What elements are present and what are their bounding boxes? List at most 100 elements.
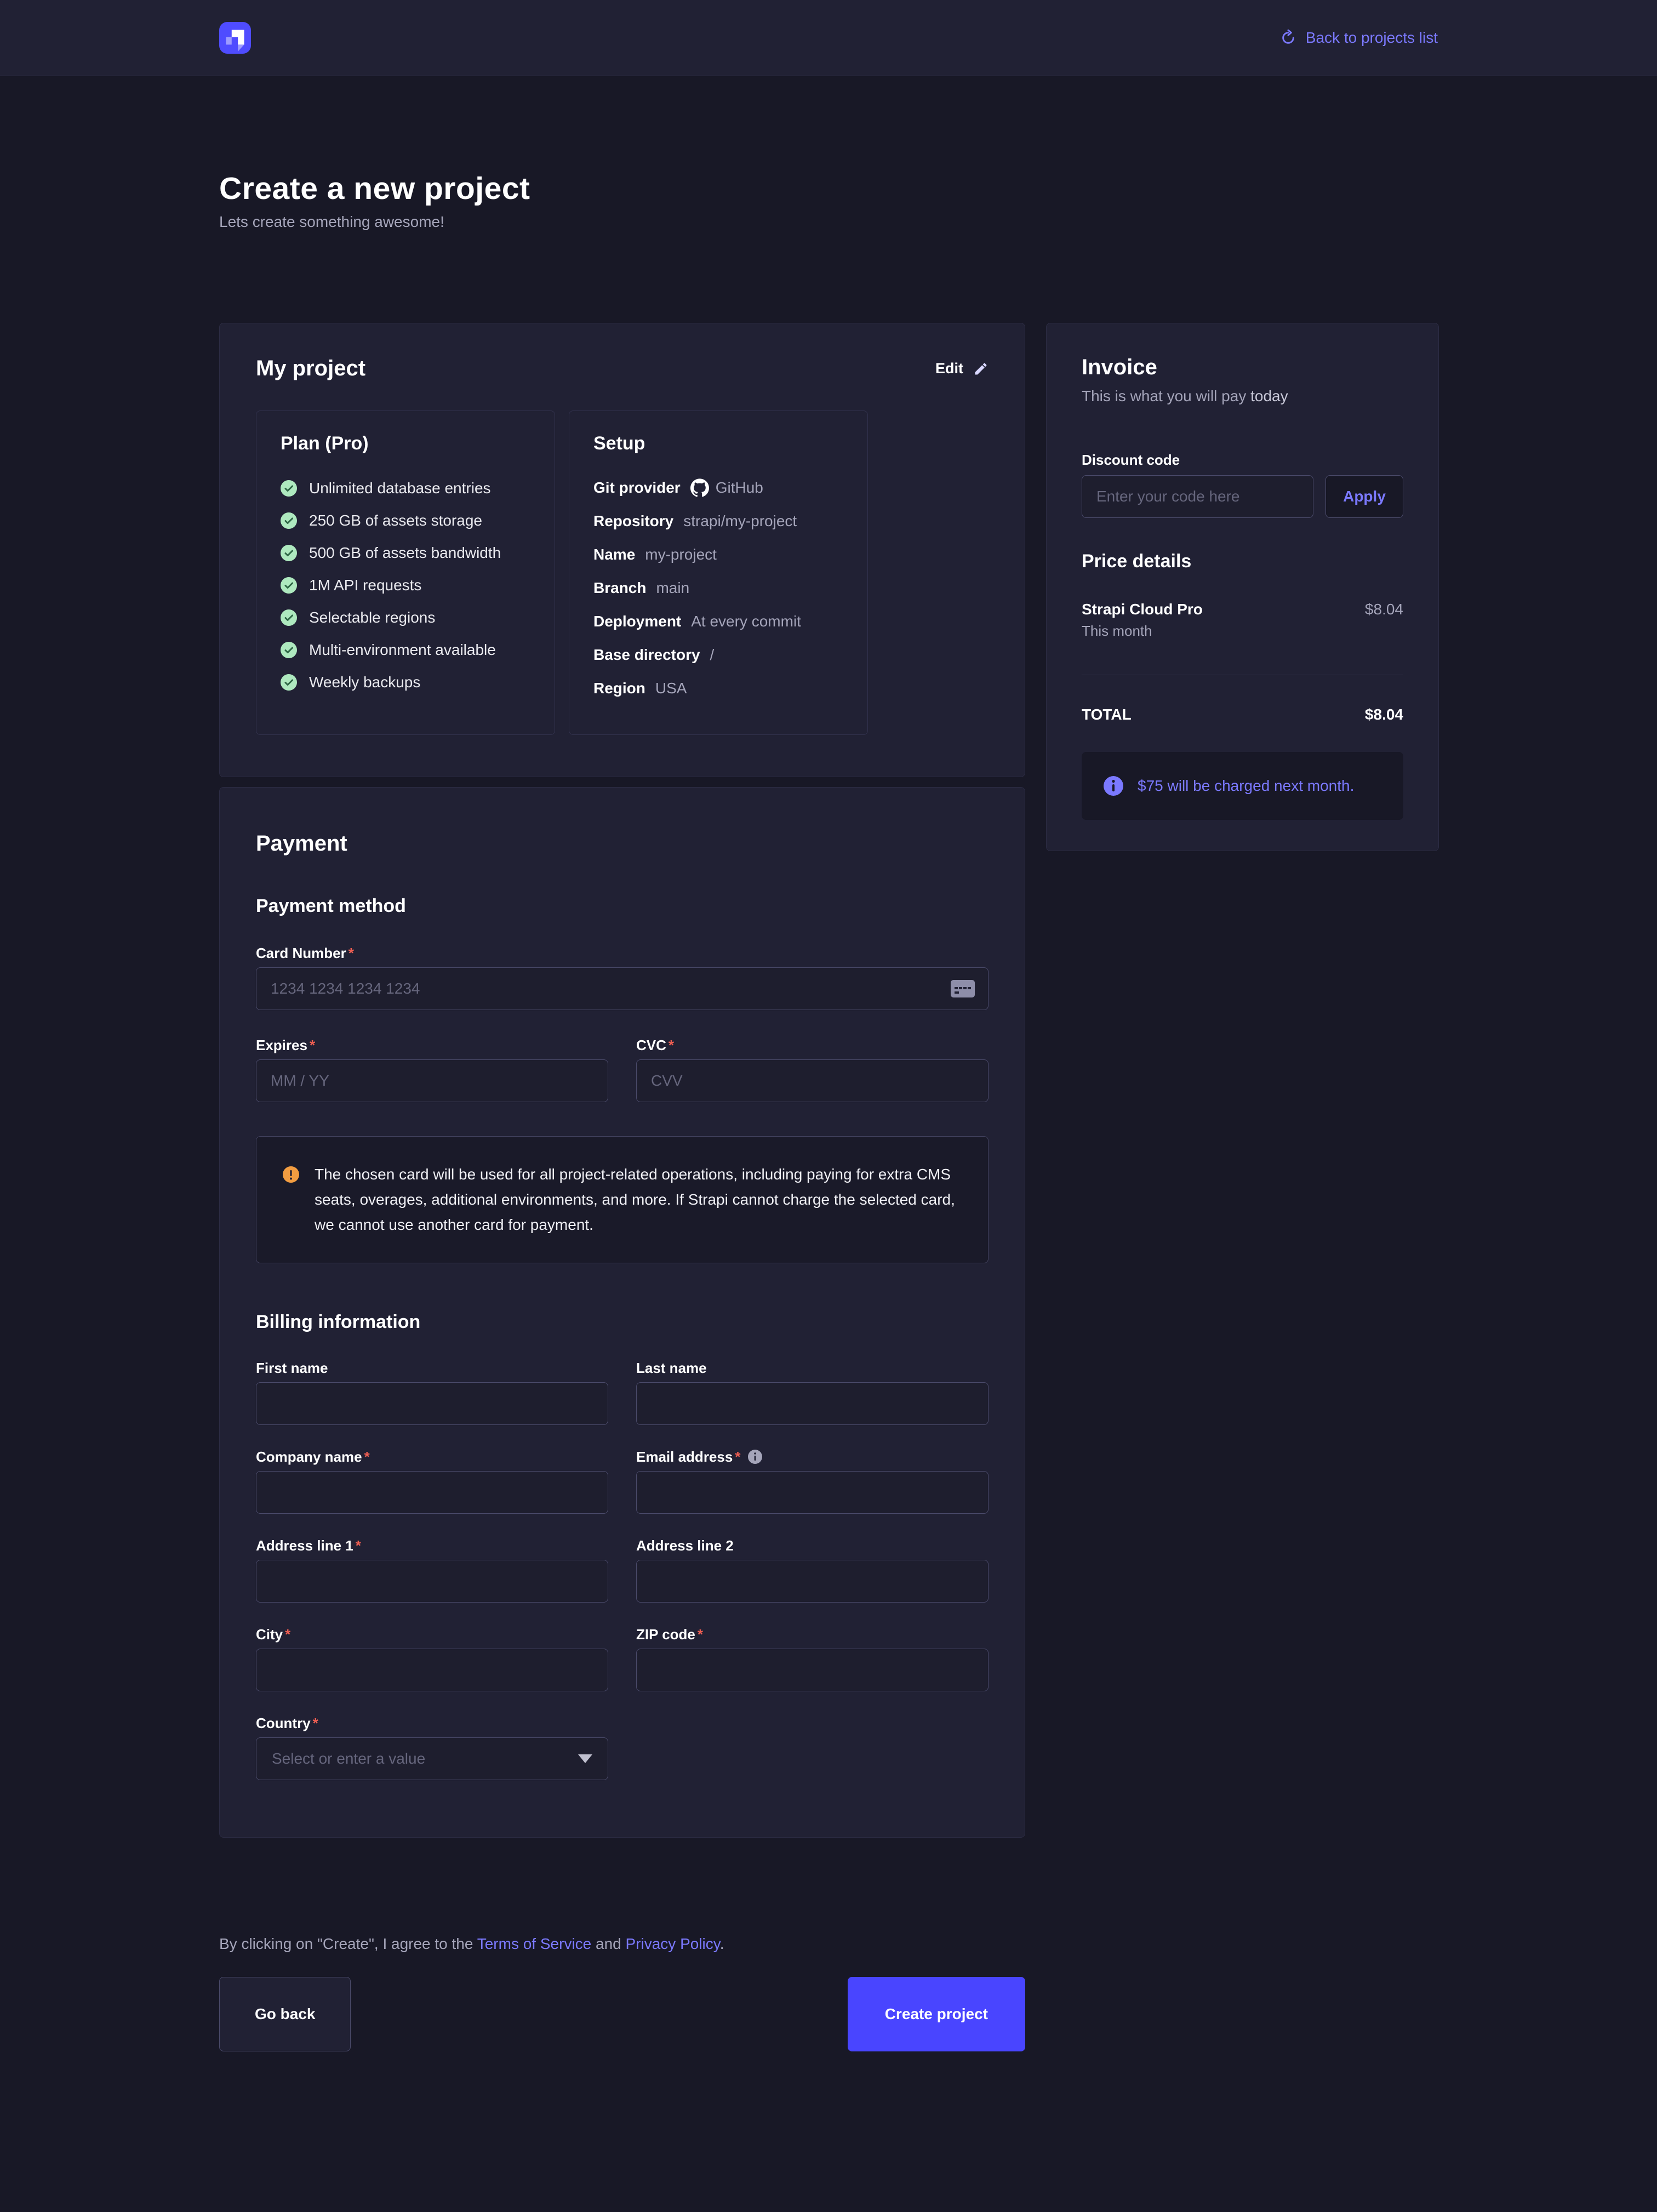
edit-button-label: Edit: [935, 360, 963, 377]
city-input[interactable]: [256, 1649, 608, 1691]
setup-rows: Git provider GitHub Repository strapi/my…: [593, 478, 843, 698]
card-number-label: Card Number*: [256, 944, 989, 962]
city-label: City*: [256, 1626, 608, 1643]
my-project-card: My project Edit Plan (Pro): [219, 323, 1025, 777]
invoice-subtitle: This is what you will pay today: [1082, 387, 1403, 405]
total-row: TOTAL $8.04: [1082, 706, 1403, 723]
setup-label: Region: [593, 679, 645, 698]
top-bar: Back to projects list: [0, 0, 1657, 76]
address-line-2-input[interactable]: [636, 1560, 989, 1603]
discount-section: Discount code Apply: [1082, 451, 1403, 518]
price-line-item: Strapi Cloud Pro $8.04: [1082, 601, 1403, 618]
address-line-2-label: Address line 2: [636, 1537, 989, 1554]
card-number-field: Card Number*: [256, 944, 989, 1010]
first-name-label: First name: [256, 1359, 608, 1377]
email-address-input[interactable]: [636, 1471, 989, 1514]
return-arrow-icon: [1279, 29, 1297, 47]
edit-button[interactable]: Edit: [935, 360, 989, 377]
required-asterisk: *: [313, 1715, 318, 1731]
payment-card: Payment Payment method Card Number*: [219, 787, 1025, 1838]
invoice-title: Invoice: [1082, 355, 1403, 380]
left-column: My project Edit Plan (Pro): [219, 323, 1025, 2051]
setup-row-name: Name my-project: [593, 545, 843, 564]
plan-title: Plan (Pro): [281, 433, 530, 454]
country-select-placeholder: Select or enter a value: [272, 1750, 425, 1768]
apply-button[interactable]: Apply: [1325, 475, 1403, 518]
setup-value: main: [656, 579, 689, 597]
plan-feature-label: 500 GB of assets bandwidth: [309, 544, 501, 562]
setup-value: At every commit: [691, 612, 801, 631]
address-line-1-input[interactable]: [256, 1560, 608, 1603]
terms-text: By clicking on "Create", I agree to the …: [219, 1935, 1025, 1953]
plan-feature-list: Unlimited database entries 250 GB of ass…: [281, 480, 530, 691]
cvc-input[interactable]: [636, 1059, 989, 1102]
terms-of-service-link[interactable]: Terms of Service: [477, 1935, 592, 1952]
strapi-logo[interactable]: [219, 22, 251, 54]
create-project-button[interactable]: Create project: [848, 1977, 1025, 2051]
info-icon[interactable]: [748, 1450, 762, 1464]
company-name-field: Company name*: [256, 1448, 608, 1514]
back-to-projects-link[interactable]: Back to projects list: [1279, 29, 1438, 47]
zip-code-input[interactable]: [636, 1649, 989, 1691]
email-address-field: Email address*: [636, 1448, 989, 1514]
main-content: Create a new project Lets create somethi…: [219, 170, 1438, 2051]
setup-value: strapi/my-project: [683, 512, 797, 531]
plan-feature-label: Unlimited database entries: [309, 480, 491, 497]
zip-code-label: ZIP code*: [636, 1626, 989, 1643]
city-field: City*: [256, 1626, 608, 1691]
setup-label: Deployment: [593, 612, 681, 631]
last-name-field: Last name: [636, 1359, 989, 1425]
required-asterisk: *: [735, 1449, 740, 1465]
required-asterisk: *: [310, 1037, 315, 1053]
footer-actions: Go back Create project: [219, 1977, 1025, 2051]
required-asterisk: *: [356, 1537, 361, 1554]
card-usage-notice: The chosen card will be used for all pro…: [256, 1136, 989, 1263]
email-address-label: Email address*: [636, 1448, 989, 1466]
cvc-field: CVC*: [636, 1036, 989, 1102]
last-name-input[interactable]: [636, 1382, 989, 1425]
cvc-label: CVC*: [636, 1036, 989, 1054]
address-line-1-label: Address line 1*: [256, 1537, 608, 1554]
company-name-input[interactable]: [256, 1471, 608, 1514]
setup-value: GitHub: [716, 478, 763, 497]
plan-feature-label: Weekly backups: [309, 674, 420, 691]
next-month-notice: $75 will be charged next month.: [1082, 752, 1403, 820]
discount-code-input[interactable]: [1082, 475, 1313, 518]
page-title: Create a new project: [219, 170, 1438, 207]
setup-title: Setup: [593, 433, 843, 454]
plan-feature-label: Selectable regions: [309, 609, 435, 626]
card-number-input[interactable]: [256, 967, 989, 1010]
credit-card-icon: [950, 979, 975, 998]
plan-feature-label: 1M API requests: [309, 577, 421, 594]
country-select[interactable]: Select or enter a value: [256, 1737, 608, 1780]
setup-label: Repository: [593, 512, 673, 531]
check-circle-icon: [281, 545, 297, 561]
check-circle-icon: [281, 480, 297, 497]
plan-feature-label: Multi-environment available: [309, 641, 496, 659]
price-item-amount: $8.04: [1365, 601, 1403, 618]
total-label: TOTAL: [1082, 706, 1132, 723]
address-line-2-field: Address line 2: [636, 1537, 989, 1603]
last-name-label: Last name: [636, 1359, 989, 1377]
setup-value: USA: [655, 679, 687, 698]
first-name-input[interactable]: [256, 1382, 608, 1425]
pencil-icon: [973, 361, 989, 377]
setup-row-branch: Branch main: [593, 579, 843, 597]
check-circle-icon: [281, 609, 297, 626]
plan-feature-item: 1M API requests: [281, 577, 530, 594]
check-circle-icon: [281, 674, 297, 691]
setup-row-git-provider: Git provider GitHub: [593, 478, 843, 497]
zip-code-field: ZIP code*: [636, 1626, 989, 1691]
chevron-down-icon: [578, 1754, 592, 1763]
go-back-button[interactable]: Go back: [219, 1977, 351, 2051]
country-field: Country* Select or enter a value: [256, 1714, 608, 1780]
privacy-policy-link[interactable]: Privacy Policy: [626, 1935, 720, 1952]
expires-label: Expires*: [256, 1036, 608, 1054]
expires-input[interactable]: [256, 1059, 608, 1102]
setup-row-repository: Repository strapi/my-project: [593, 512, 843, 531]
first-name-field: First name: [256, 1359, 608, 1425]
required-asterisk: *: [285, 1626, 290, 1643]
company-name-label: Company name*: [256, 1448, 608, 1466]
setup-value: /: [710, 646, 715, 664]
next-month-notice-text: $75 will be charged next month.: [1138, 777, 1354, 795]
